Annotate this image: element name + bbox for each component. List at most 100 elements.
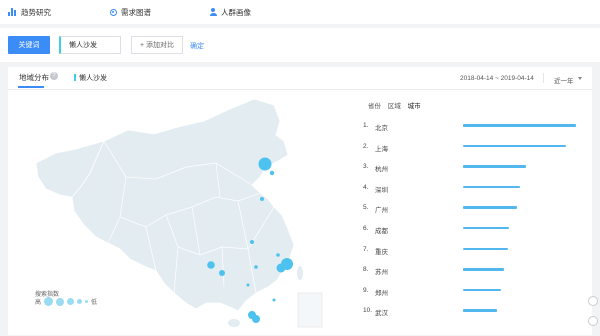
city-name: 北京 xyxy=(375,125,388,132)
nav-demand-map[interactable]: 需求图谱 xyxy=(110,6,151,18)
bubble-wuhan xyxy=(254,265,258,269)
city-name: 郑州 xyxy=(375,289,388,297)
ranking-row: 7. 重庆 xyxy=(363,242,588,263)
city-name: 苏州 xyxy=(375,269,388,277)
rank-number: 6. xyxy=(363,224,369,232)
legend-dot xyxy=(56,297,65,306)
ranking-row: 4. 深圳 xyxy=(363,180,588,201)
bubble-chengdu xyxy=(207,261,215,269)
nav-crowd-profile[interactable]: 人群画像 xyxy=(209,6,251,18)
rank-number: 2. xyxy=(363,142,369,150)
bubble-chongqing xyxy=(219,270,225,276)
city-name: 广州 xyxy=(375,207,388,215)
tab-city[interactable]: 城市 xyxy=(408,103,421,110)
ranking-bar xyxy=(463,124,576,127)
ranking-bar xyxy=(463,165,527,168)
share-icon[interactable] xyxy=(588,316,598,326)
ranking-bar xyxy=(463,226,510,230)
bubble-nanjing xyxy=(276,253,280,257)
ranking-row: 9. 郑州 xyxy=(363,283,588,304)
keyword-button[interactable]: 关键词 xyxy=(8,36,50,54)
rank-number: 4. xyxy=(363,183,369,191)
ranking-row: 1. 北京 xyxy=(363,118,588,139)
legend-dot xyxy=(85,300,89,303)
keyword-value: 懒人沙发 xyxy=(69,42,97,49)
bubble-hangzhou xyxy=(276,263,286,273)
tab-region-distribution[interactable]: 地域分布 xyxy=(19,72,49,83)
ranking-bar xyxy=(463,144,566,148)
rank-number: 10. xyxy=(363,307,373,315)
city-name: 成都 xyxy=(375,227,388,235)
panel-header: 地域分布 ? 懒人沙发 2018-04-14 ~ 2019-04-14 近一年 xyxy=(8,67,592,90)
ranking-bar xyxy=(463,309,497,312)
ranking-row: 10. 武汉 xyxy=(363,303,588,324)
keyword-color-marker xyxy=(74,74,76,81)
nav-label: 需求图谱 xyxy=(121,7,151,17)
top-nav: 趋势研究 需求图谱 人群画像 xyxy=(0,0,600,24)
city-name: 杭州 xyxy=(375,166,388,174)
legend-low: 低 xyxy=(91,300,98,306)
city-name: 上海 xyxy=(375,145,388,153)
rank-number: 3. xyxy=(363,163,369,171)
ranking-row: 2. 上海 xyxy=(363,139,588,160)
city-name: 武汉 xyxy=(375,310,388,318)
chevron-down-icon[interactable] xyxy=(578,77,582,80)
ranking-row: 3. 杭州 xyxy=(363,159,588,180)
ranking-bar xyxy=(463,268,504,271)
legend-dot xyxy=(77,299,83,304)
bubble-changsha xyxy=(246,283,250,287)
legend-scale: 高 低 xyxy=(35,297,97,306)
map-mainland xyxy=(71,98,295,312)
ranking-bar xyxy=(463,206,518,209)
headset-icon[interactable] xyxy=(588,296,598,306)
city-ranking-list: 1. 北京 2. 上海 3. 杭州 4. 深圳 5. 广州 6. 成都 7. 重庆 8. 苏州 9. 郑州 10. 武… xyxy=(363,118,588,324)
radio-icon xyxy=(110,8,117,16)
bubble-xiamen xyxy=(272,298,276,302)
help-icon[interactable]: ? xyxy=(50,72,58,80)
ranking-row: 6. 成都 xyxy=(363,221,588,242)
map-hainan xyxy=(228,319,240,327)
south-sea-inset xyxy=(297,292,323,328)
ranking-bar xyxy=(463,288,502,292)
ranking-bar xyxy=(463,247,509,251)
city-name: 重庆 xyxy=(375,248,388,256)
bubble-tianjin xyxy=(269,170,275,176)
map-taiwan xyxy=(297,266,303,280)
bubble-jinan xyxy=(260,197,264,201)
region-type-tabs: 省份 区域 城市 xyxy=(368,100,426,110)
keyword-input[interactable]: 懒人沙发 xyxy=(59,36,121,54)
rank-number: 1. xyxy=(363,122,369,129)
rank-number: 7. xyxy=(363,245,369,253)
add-compare-button[interactable]: + 添加对比 xyxy=(131,36,183,54)
user-icon xyxy=(209,8,217,16)
nav-trend-research[interactable]: 趋势研究 xyxy=(8,6,51,18)
city-name: 深圳 xyxy=(375,186,388,194)
ranking-row: 5. 广州 xyxy=(363,200,588,221)
legend-high: 高 xyxy=(35,300,42,306)
rank-number: 8. xyxy=(363,266,369,274)
rank-number: 9. xyxy=(363,286,369,294)
keyword-legend: 懒人沙发 xyxy=(79,75,107,82)
bubble-zhengzhou xyxy=(250,240,254,244)
date-range[interactable]: 2018-04-14 ~ 2019-04-14 xyxy=(460,75,534,82)
tab-area[interactable]: 区域 xyxy=(388,103,401,110)
bar-chart-icon xyxy=(8,8,17,16)
bubble-shenzhen xyxy=(252,315,260,323)
nav-label: 趋势研究 xyxy=(21,7,51,17)
tab-province[interactable]: 省份 xyxy=(368,103,381,110)
legend-dot xyxy=(67,298,75,305)
period-select[interactable]: 近一年 xyxy=(554,75,574,85)
confirm-link[interactable]: 确定 xyxy=(190,41,204,51)
ranking-row: 8. 苏州 xyxy=(363,262,588,283)
ranking-bar xyxy=(463,185,520,189)
side-icons xyxy=(588,296,598,336)
divider xyxy=(543,73,544,83)
keyword-bar: 关键词 懒人沙发 + 添加对比 确定 xyxy=(0,28,600,62)
map-legend: 搜索指数 高 低 xyxy=(35,289,97,306)
region-panel: 地域分布 ? 懒人沙发 2018-04-14 ~ 2019-04-14 近一年 xyxy=(8,67,592,335)
rank-number: 5. xyxy=(363,204,369,212)
active-tab-indicator xyxy=(18,86,44,88)
bubble-beijing xyxy=(258,157,272,171)
nav-label: 人群画像 xyxy=(221,7,251,17)
legend-dot xyxy=(44,297,54,306)
